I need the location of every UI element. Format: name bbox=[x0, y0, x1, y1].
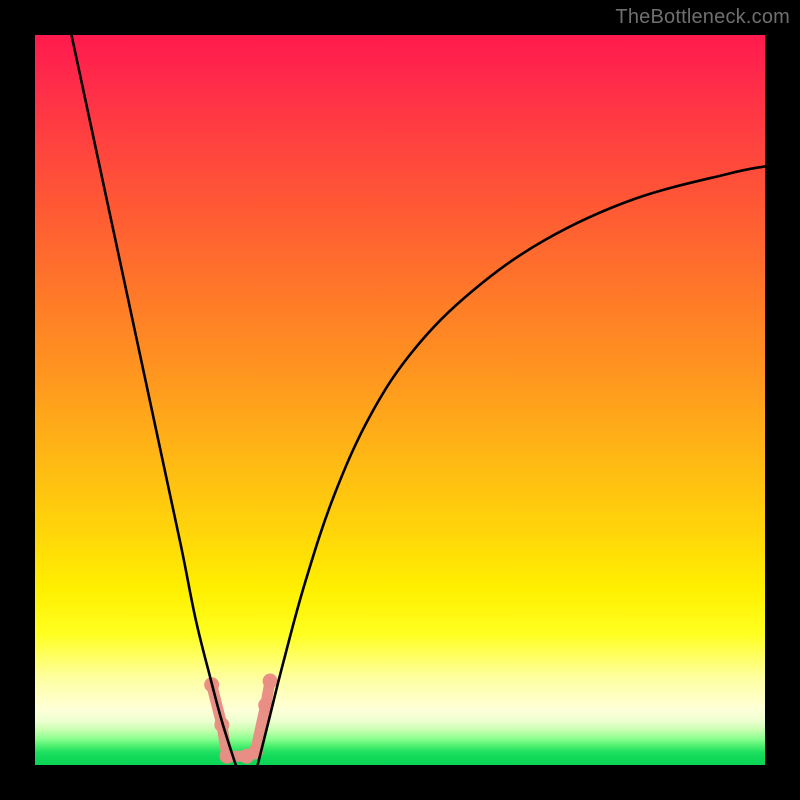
chart-frame: TheBottleneck.com bbox=[0, 0, 800, 800]
critical-marker-dot bbox=[263, 674, 278, 689]
plot-area bbox=[35, 35, 765, 765]
bottleneck-curve-left bbox=[72, 35, 236, 765]
watermark-text: TheBottleneck.com bbox=[615, 6, 790, 29]
critical-marker bbox=[204, 674, 277, 764]
plot-svg bbox=[35, 35, 765, 765]
bottleneck-curve-right bbox=[258, 166, 765, 765]
